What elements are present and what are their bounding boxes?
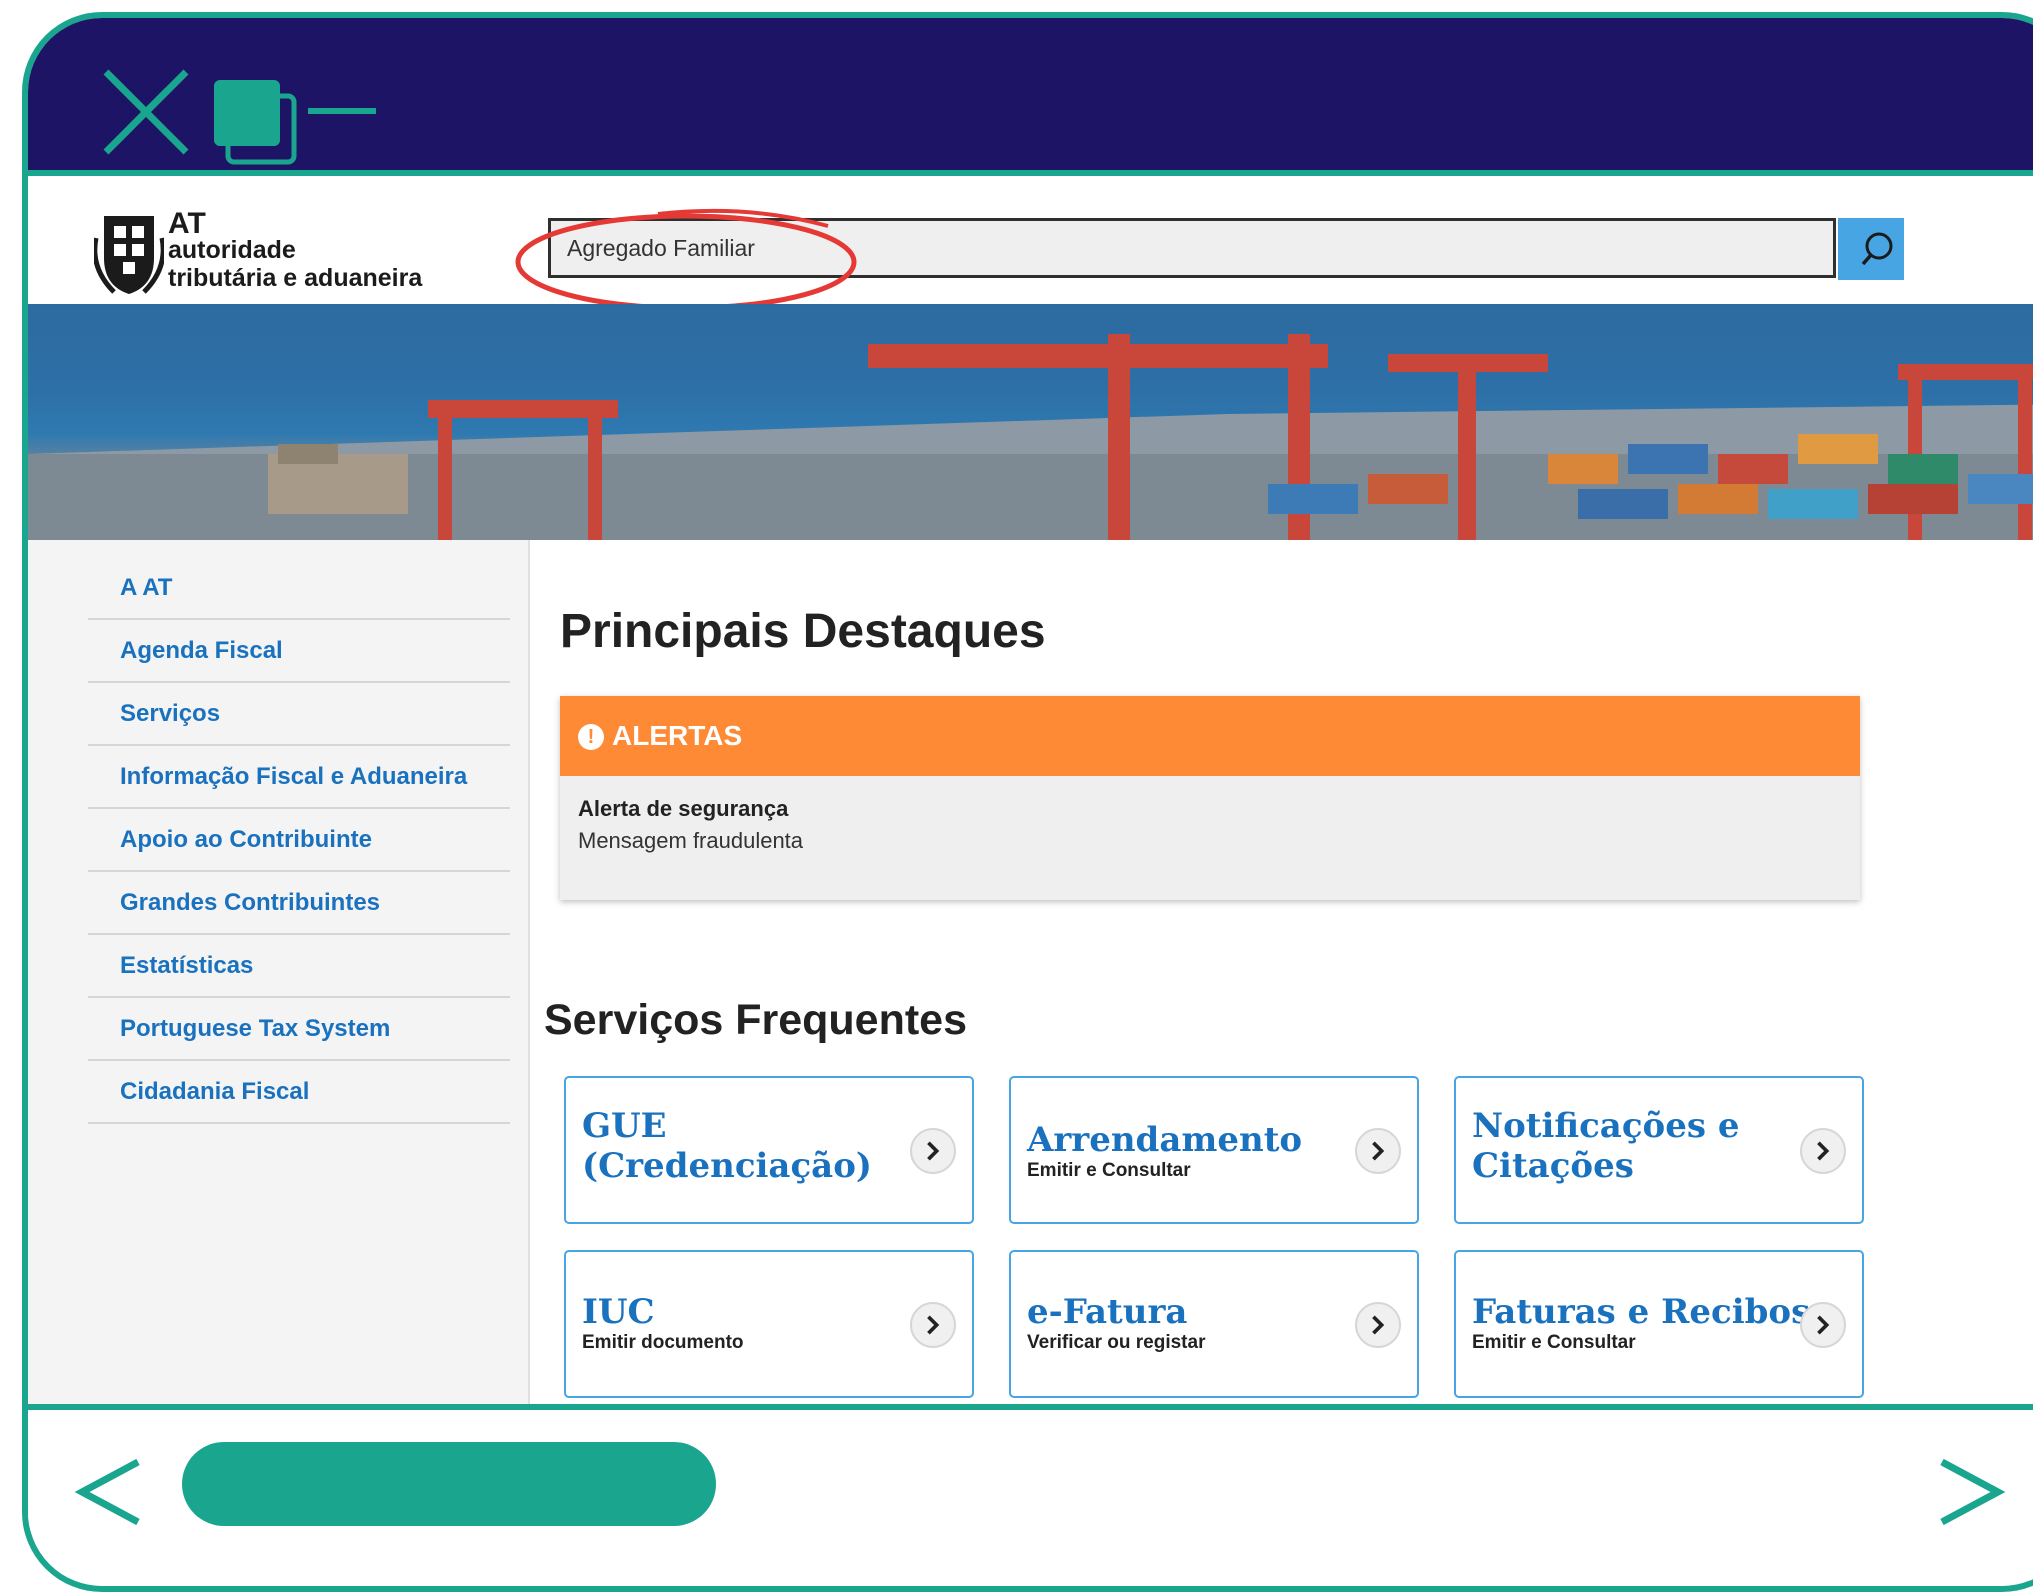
- logo-text-line2: tributária e aduaneira: [168, 264, 423, 292]
- service-card-iuc[interactable]: IUC Emitir documento: [564, 1250, 974, 1398]
- browser-frame: AT autoridade tributária e aduaneira Agr…: [22, 12, 2033, 1592]
- sidebar-item-grandes-contribuintes[interactable]: Grandes Contribuintes: [88, 873, 510, 935]
- card-title: Notificações e Citações: [1472, 1106, 1740, 1186]
- sidebar-item-estatisticas[interactable]: Estatísticas: [88, 936, 510, 998]
- minimize-icon[interactable]: [308, 108, 376, 114]
- chevron-right-icon: [1355, 1302, 1401, 1348]
- service-card-e-fatura[interactable]: e-Fatura Verificar ou registar: [1009, 1250, 1419, 1398]
- card-subtitle: Emitir e Consultar: [1027, 1160, 1191, 1181]
- chevron-right-icon: [1355, 1128, 1401, 1174]
- service-card-faturas-recibos[interactable]: Faturas e Recibos Emitir e Consultar: [1454, 1250, 1864, 1398]
- chevron-right-icon: [910, 1302, 956, 1348]
- sidebar-item-portuguese-tax-system[interactable]: Portuguese Tax System: [88, 999, 510, 1061]
- chevron-right-icon: [910, 1128, 956, 1174]
- search-input[interactable]: [548, 218, 1836, 278]
- card-title: Arrendamento: [1027, 1120, 1303, 1160]
- close-icon[interactable]: [100, 66, 192, 158]
- back-arrow-icon[interactable]: [72, 1452, 152, 1532]
- sidebar-item-apoio-contribuinte[interactable]: Apoio ao Contribuinte: [88, 810, 510, 872]
- restore-icon[interactable]: [206, 70, 302, 166]
- card-subtitle: Emitir documento: [582, 1332, 744, 1353]
- sidebar-nav: A AT Agenda Fiscal Serviços Informação F…: [28, 540, 530, 1404]
- alert-panel: ! ALERTAS Alerta de segurança Mensagem f…: [560, 696, 1860, 900]
- alert-icon: !: [578, 724, 604, 750]
- card-title: GUE (Credenciação): [582, 1106, 872, 1186]
- card-subtitle: Emitir e Consultar: [1472, 1332, 1636, 1353]
- chevron-right-icon: [1800, 1128, 1846, 1174]
- browser-bottom-bar: [28, 1404, 2033, 1530]
- forward-arrow-icon[interactable]: [1928, 1452, 2008, 1532]
- alert-label: ALERTAS: [612, 720, 743, 751]
- alert-message: Mensagem fraudulenta: [578, 828, 804, 853]
- at-emblem-icon[interactable]: [94, 208, 164, 298]
- service-card-notificacoes[interactable]: Notificações e Citações: [1454, 1076, 1864, 1224]
- chevron-right-icon: [1800, 1302, 1846, 1348]
- sidebar-item-servicos[interactable]: Serviços: [88, 684, 510, 746]
- address-bar[interactable]: [182, 1442, 716, 1526]
- alert-header: ! ALERTAS: [560, 696, 1860, 776]
- sidebar-item-a-at[interactable]: A AT: [88, 558, 510, 620]
- sidebar-item-cidadania-fiscal[interactable]: Cidadania Fiscal: [88, 1062, 510, 1124]
- card-title: e-Fatura: [1027, 1292, 1188, 1332]
- page-title: Principais Destaques: [560, 605, 1046, 658]
- search-icon: [1861, 232, 1893, 266]
- site-header: AT autoridade tributária e aduaneira: [28, 176, 2033, 311]
- sidebar-item-informacao-fiscal[interactable]: Informação Fiscal e Aduaneira: [88, 747, 510, 809]
- card-title: IUC: [582, 1292, 655, 1332]
- sidebar-item-agenda-fiscal[interactable]: Agenda Fiscal: [88, 621, 510, 683]
- service-card-gue[interactable]: GUE (Credenciação): [564, 1076, 974, 1224]
- card-subtitle: Verificar ou registar: [1027, 1332, 1206, 1353]
- port-banner-image: [28, 304, 2033, 540]
- logo-abbreviation: AT: [168, 207, 206, 240]
- services-heading: Serviços Frequentes: [544, 996, 968, 1044]
- service-card-arrendamento[interactable]: Arrendamento Emitir e Consultar: [1009, 1076, 1419, 1224]
- window-titlebar: [28, 18, 2033, 176]
- alert-title-link[interactable]: Alerta de segurança: [578, 796, 788, 822]
- search-button[interactable]: [1838, 218, 1904, 280]
- web-page: AT autoridade tributária e aduaneira Agr…: [28, 176, 2033, 1404]
- logo-text-line1: autoridade: [168, 236, 296, 264]
- card-title: Faturas e Recibos: [1472, 1292, 1811, 1332]
